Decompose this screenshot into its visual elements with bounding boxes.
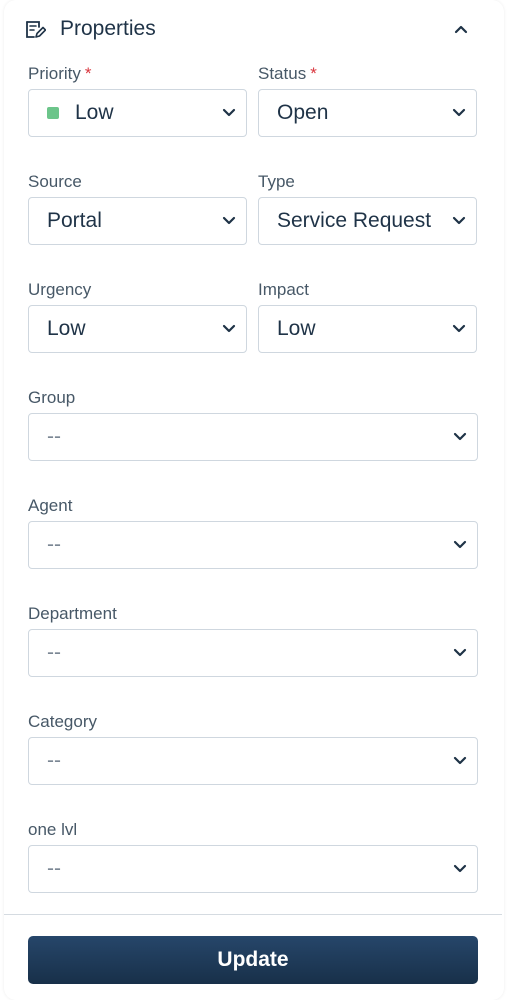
type-field: Type Service Request — [258, 171, 477, 245]
one-lvl-label: one lvl — [28, 820, 78, 839]
chevron-down-icon — [453, 862, 467, 876]
impact-select[interactable]: Low — [258, 305, 477, 353]
impact-value: Low — [277, 317, 316, 340]
department-field: Department -- — [28, 603, 478, 677]
category-label: Category — [28, 712, 97, 731]
chevron-down-icon — [222, 322, 236, 336]
priority-select[interactable]: Low — [28, 89, 247, 137]
source-field: Source Portal — [28, 171, 247, 245]
chevron-down-icon — [453, 646, 467, 660]
urgency-select[interactable]: Low — [28, 305, 247, 353]
one-lvl-field: one lvl -- — [28, 819, 478, 893]
required-mark: * — [310, 64, 317, 83]
category-field: Category -- — [28, 711, 478, 785]
agent-label: Agent — [28, 496, 73, 515]
status-field: Status * Open — [258, 63, 477, 137]
status-label: Status * — [258, 63, 317, 85]
required-mark: * — [84, 64, 92, 83]
chevron-down-icon — [453, 538, 467, 552]
status-label-text: Status — [258, 64, 307, 83]
agent-select[interactable]: -- — [28, 521, 478, 569]
one-lvl-select[interactable]: -- — [28, 845, 478, 893]
agent-value: -- — [47, 533, 61, 556]
edit-note-icon — [24, 18, 46, 40]
department-value: -- — [47, 641, 61, 664]
chevron-down-icon — [453, 754, 467, 768]
priority-value: Low — [75, 101, 114, 124]
update-button[interactable]: Update — [28, 936, 478, 984]
chevron-down-icon — [452, 106, 466, 120]
impact-label: Impact — [258, 280, 310, 299]
department-select[interactable]: -- — [28, 629, 478, 677]
urgency-field: Urgency Low — [28, 279, 247, 353]
priority-indicator-icon — [47, 107, 59, 119]
group-label: Group — [28, 388, 76, 407]
properties-header: Properties — [24, 14, 474, 44]
type-select[interactable]: Service Request — [258, 197, 477, 245]
source-value: Portal — [47, 209, 102, 232]
urgency-value: Low — [47, 317, 86, 340]
chevron-down-icon — [452, 322, 466, 336]
group-select[interactable]: -- — [28, 413, 478, 461]
group-field: Group -- — [28, 387, 478, 461]
chevron-up-icon[interactable] — [448, 16, 474, 42]
page-title: Properties — [60, 17, 156, 40]
chevron-down-icon — [452, 214, 466, 228]
chevron-down-icon — [453, 430, 467, 444]
department-label: Department — [28, 604, 117, 623]
status-select[interactable]: Open — [258, 89, 477, 137]
impact-field: Impact Low — [258, 279, 477, 353]
group-value: -- — [47, 425, 61, 448]
chevron-down-icon — [222, 106, 236, 120]
one-lvl-value: -- — [47, 857, 61, 880]
footer-divider — [4, 914, 502, 915]
category-value: -- — [47, 749, 61, 772]
agent-field: Agent -- — [28, 495, 478, 569]
priority-label: Priority * — [28, 63, 92, 85]
source-select[interactable]: Portal — [28, 197, 247, 245]
type-label: Type — [258, 172, 295, 191]
source-label: Source — [28, 172, 82, 191]
priority-label-text: Priority — [28, 64, 81, 83]
chevron-down-icon — [222, 214, 236, 228]
status-value: Open — [277, 101, 329, 124]
type-value: Service Request — [277, 209, 432, 232]
priority-field: Priority * Low — [28, 63, 247, 137]
category-select[interactable]: -- — [28, 737, 478, 785]
urgency-label: Urgency — [28, 280, 92, 299]
